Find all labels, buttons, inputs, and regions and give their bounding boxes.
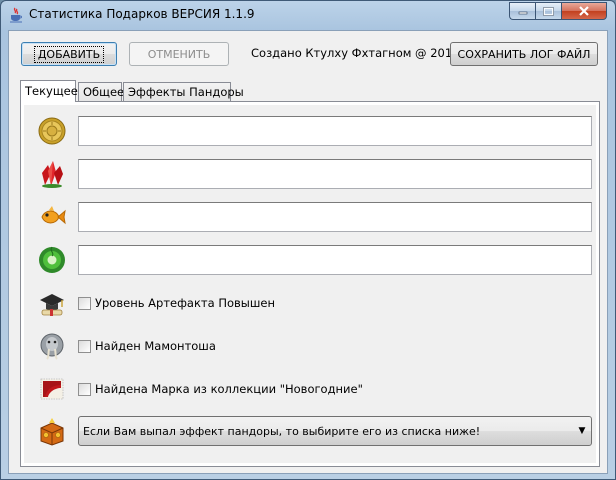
- mammoth-label: Найден Мамонтоша: [95, 339, 216, 353]
- mammoth-row[interactable]: Найден Мамонтоша: [78, 338, 216, 354]
- tab-current[interactable]: Текущее: [20, 80, 78, 102]
- tab-general[interactable]: Общее: [78, 82, 124, 101]
- cancel-button[interactable]: ОТМЕНИТЬ: [129, 42, 229, 66]
- artifact-level-row[interactable]: Уровень Артефакта Повышен: [78, 295, 275, 311]
- tab-pandora-effects[interactable]: Эффекты Пандоры: [123, 82, 244, 101]
- stamp-row[interactable]: Найдена Марка из коллекции "Новогодние": [78, 381, 363, 397]
- green-leaf-field[interactable]: [78, 245, 592, 275]
- red-crystal-field[interactable]: [78, 159, 592, 189]
- artifact-level-checkbox[interactable]: [78, 296, 91, 310]
- goldfish-icon: [41, 206, 66, 225]
- add-button-label: ДОБАВИТЬ: [33, 45, 105, 63]
- chevron-down-icon[interactable]: ▼: [573, 426, 591, 436]
- java-cup-icon: [10, 7, 22, 23]
- cancel-button-label: ОТМЕНИТЬ: [147, 47, 211, 61]
- green-leaf-icon: [39, 246, 65, 273]
- stamp-label: Найдена Марка из коллекции "Новогодние": [95, 382, 363, 396]
- close-icon: [579, 6, 589, 16]
- pandora-box-icon: [40, 418, 64, 446]
- window-title: Статистика Подарков ВЕРСИЯ 1.1.9: [29, 7, 255, 21]
- save-log-button[interactable]: СОХРАНИТЬ ЛОГ ФАЙЛ: [450, 42, 598, 66]
- gold-coin-icon: [38, 117, 66, 145]
- artifact-level-label: Уровень Артефакта Повышен: [95, 296, 275, 310]
- mammoth-checkbox[interactable]: [78, 339, 91, 353]
- red-crystal-icon: [42, 161, 63, 188]
- client-area: ДОБАВИТЬ ОТМЕНИТЬ Создано Ктулху Фхтагно…: [8, 30, 608, 474]
- stamp-icon: [40, 378, 64, 400]
- title-bar[interactable]: Статистика Подарков ВЕРСИЯ 1.1.9: [1, 1, 615, 29]
- maximize-button[interactable]: [535, 2, 561, 20]
- tab-panel: Уровень Артефакта Повышен Найден Мамонто…: [20, 101, 600, 467]
- mammoth-icon: [40, 333, 64, 360]
- pandora-effect-select[interactable]: Если Вам выпал эффект пандоры, то выбири…: [78, 416, 592, 446]
- credit-text: Создано Ктулху Фхтагном @ 2013: [251, 46, 460, 60]
- add-button[interactable]: ДОБАВИТЬ: [21, 42, 117, 66]
- pandora-effect-selected: Если Вам выпал эффект пандоры, то выбири…: [83, 424, 481, 438]
- minimize-icon: [518, 11, 527, 15]
- gold-coin-field[interactable]: [78, 116, 592, 146]
- stamp-checkbox[interactable]: [78, 382, 91, 396]
- app-window: Статистика Подарков ВЕРСИЯ 1.1.9 ДОБАВИТ…: [0, 0, 616, 480]
- graduation-cap-scroll-icon: [40, 294, 64, 316]
- save-log-button-label: СОХРАНИТЬ ЛОГ ФАЙЛ: [457, 47, 591, 61]
- close-button[interactable]: [561, 2, 607, 20]
- tab-panel-content: Уровень Артефакта Повышен Найден Мамонто…: [24, 105, 596, 463]
- minimize-button[interactable]: [509, 2, 535, 20]
- goldfish-field[interactable]: [78, 202, 592, 232]
- maximize-icon: [543, 6, 554, 16]
